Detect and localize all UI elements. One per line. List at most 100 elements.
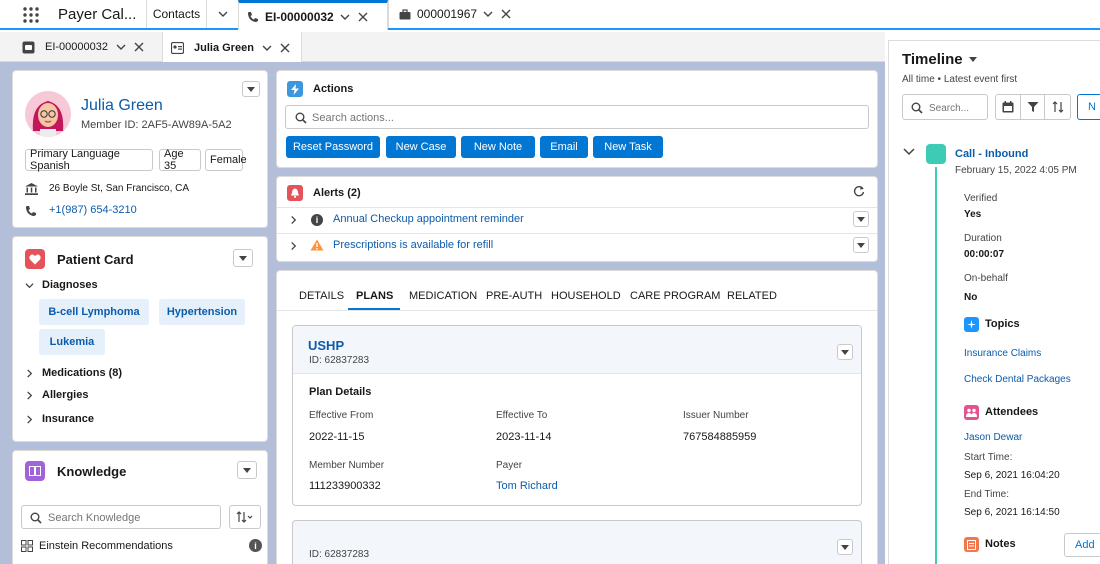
warning-icon [310, 239, 324, 251]
knowledge-menu-button[interactable] [237, 461, 257, 479]
member-number-value: 111233900332 [309, 480, 381, 492]
tab-plans[interactable]: PLANS [356, 290, 393, 302]
chevron-down-icon[interactable] [262, 43, 272, 53]
call-event-icon [926, 144, 946, 164]
close-icon[interactable] [280, 43, 290, 53]
plan-details-title: Plan Details [309, 386, 372, 398]
chevron-down-icon[interactable] [340, 12, 350, 22]
member-phone-link[interactable]: +1(987) 654-3210 [49, 204, 137, 216]
caret-down-icon [247, 86, 255, 92]
chevron-right-icon [291, 215, 297, 225]
payer-label: Payer [496, 460, 523, 471]
chevron-right-icon [27, 414, 33, 424]
alert-row[interactable]: i Annual Checkup appointment reminder [277, 207, 877, 233]
alert-label[interactable]: Annual Checkup appointment reminder [333, 213, 524, 225]
end-time-label: End Time: [964, 489, 1010, 500]
member-card-menu-button[interactable] [242, 81, 260, 97]
tab-ei-00000032[interactable]: EI-00000032 [238, 0, 388, 30]
chevron-down-icon[interactable] [116, 42, 126, 52]
knowledge-card: Knowledge Einstein Recommendations i [12, 450, 268, 564]
member-address: 26 Boyle St, San Francisco, CA [49, 183, 190, 194]
subtab-ei-00000032[interactable]: EI-00000032 [22, 32, 162, 62]
duration-value: 00:00:07 [964, 249, 1005, 260]
reset-password-button[interactable]: Reset Password [286, 136, 380, 158]
diagnosis-chip[interactable]: B-cell Lymphoma [39, 299, 149, 325]
knowledge-search-input[interactable] [48, 510, 216, 526]
insurance-toggle[interactable]: Insurance [25, 413, 94, 425]
alert-row[interactable]: Prescriptions is available for refill [277, 233, 877, 259]
email-button[interactable]: Email [540, 136, 588, 158]
knowledge-search-box[interactable] [21, 505, 221, 529]
timeline-search-input[interactable] [929, 100, 983, 116]
tab-details[interactable]: DETAILS [299, 290, 344, 302]
attendee-link[interactable]: Jason Dewar [964, 432, 1022, 443]
tab-000001967[interactable]: 000001967 [388, 0, 528, 28]
new-case-button[interactable]: New Case [386, 136, 456, 158]
chevron-down-icon [25, 282, 34, 288]
alert-menu-button[interactable] [853, 237, 869, 253]
sort-icon [236, 511, 253, 523]
allergies-label: Allergies [42, 389, 89, 401]
insurance-label: Insurance [42, 413, 94, 425]
subtab-bar: EI-00000032 Julia Green [0, 32, 885, 63]
plan-menu-button[interactable] [837, 344, 853, 360]
contact-card-icon [171, 41, 184, 54]
diagnosis-chip[interactable]: Lukemia [39, 329, 105, 355]
patient-card-title: Patient Card [57, 252, 134, 267]
plan-menu-button[interactable] [837, 539, 853, 555]
member-name[interactable]: Julia Green [81, 97, 163, 115]
diagnoses-toggle[interactable]: Diagnoses [25, 279, 98, 291]
refresh-icon[interactable] [853, 185, 865, 197]
timeline-new-button[interactable]: N [1077, 94, 1100, 120]
close-icon[interactable] [134, 42, 144, 52]
start-time-value: Sep 6, 2021 16:04:20 [964, 470, 1060, 481]
topic-link[interactable]: Check Dental Packages [964, 374, 1071, 385]
tab-label: EI-00000032 [265, 9, 334, 24]
medications-toggle[interactable]: Medications (8) [25, 367, 122, 379]
subtab-julia-green[interactable]: Julia Green [162, 32, 302, 63]
tab-contacts[interactable]: Contacts [146, 0, 206, 28]
event-title-link[interactable]: Call - Inbound [955, 148, 1028, 160]
calendar-icon[interactable] [996, 95, 1021, 119]
timeline-title-dropdown[interactable]: Timeline [902, 51, 977, 68]
allergies-toggle[interactable]: Allergies [25, 389, 88, 401]
tab-related[interactable]: RELATED [727, 290, 777, 302]
tab-contacts-dropdown[interactable] [206, 0, 238, 28]
bank-icon [25, 183, 38, 195]
topic-link[interactable]: Insurance Claims [964, 348, 1041, 359]
app-launcher-icon[interactable] [22, 6, 40, 24]
actions-search-box[interactable] [285, 105, 869, 129]
chevron-down-icon[interactable] [483, 9, 493, 19]
chevron-down-icon[interactable] [903, 147, 915, 157]
tab-care-program[interactable]: CARE PROGRAM [630, 290, 720, 302]
diagnosis-chip[interactable]: Hypertension [159, 299, 245, 325]
alerts-title: Alerts (2) [313, 187, 361, 199]
alert-label[interactable]: Prescriptions is available for refill [333, 239, 493, 251]
effective-to-label: Effective To [496, 410, 548, 421]
knowledge-sort-button[interactable] [229, 505, 261, 529]
actions-search-input[interactable] [312, 110, 852, 126]
new-task-button[interactable]: New Task [593, 136, 663, 158]
close-icon[interactable] [358, 12, 368, 22]
info-icon[interactable]: i [249, 539, 262, 552]
search-icon [295, 112, 307, 124]
plan-name[interactable]: USHP [308, 338, 344, 353]
patient-card-menu-button[interactable] [233, 249, 253, 267]
tab-medication[interactable]: MEDICATION [409, 290, 477, 302]
sort-icon[interactable] [1045, 95, 1070, 119]
caret-down-icon [857, 216, 865, 222]
filter-icon[interactable] [1021, 95, 1046, 119]
timeline-search-box[interactable] [902, 94, 988, 120]
alert-menu-button[interactable] [853, 211, 869, 227]
member-card: Julia Green Member ID: 2AF5-AW89A-5A2 Pr… [12, 70, 268, 228]
tab-pre-auth[interactable]: PRE-AUTH [486, 290, 542, 302]
language-pill: Primary Language Spanish [25, 148, 153, 172]
new-note-button[interactable]: New Note [461, 136, 535, 158]
close-icon[interactable] [501, 9, 511, 19]
tab-household[interactable]: HOUSEHOLD [551, 290, 621, 302]
search-icon [911, 102, 923, 114]
bell-icon [287, 185, 303, 201]
add-note-button[interactable]: Add [1064, 533, 1100, 557]
payer-link[interactable]: Tom Richard [496, 480, 558, 492]
app-title: Payer Cal... [58, 6, 137, 23]
